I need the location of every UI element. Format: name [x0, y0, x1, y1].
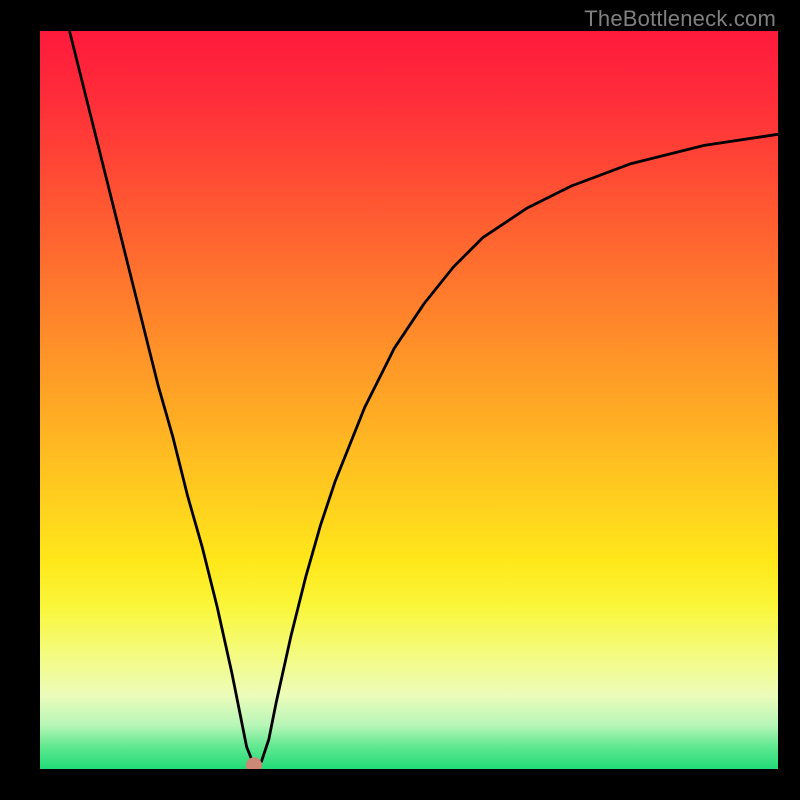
chart-container: TheBottleneck.com — [0, 0, 800, 800]
plot-area — [40, 31, 778, 769]
watermark-text: TheBottleneck.com — [584, 6, 776, 32]
bottleneck-curve — [40, 31, 778, 769]
marker-dot — [246, 757, 262, 769]
curve-path — [70, 31, 778, 765]
